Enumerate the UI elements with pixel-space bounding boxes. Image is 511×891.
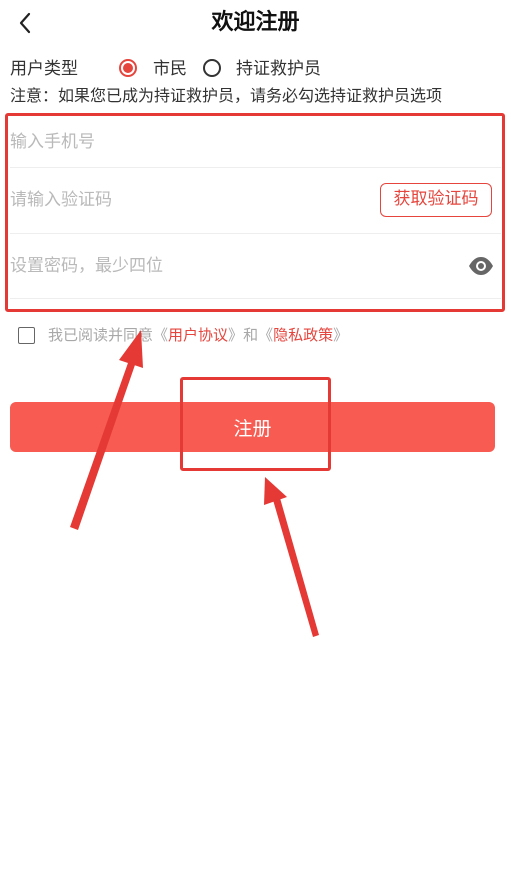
radio-certified-rescuer-label[interactable]: 持证救护员: [236, 57, 321, 81]
page-title: 欢迎注册: [211, 10, 300, 35]
radio-selected-dot: [123, 63, 133, 73]
radio-certified-rescuer[interactable]: [203, 59, 221, 77]
annotation-arrow-register: [264, 477, 319, 637]
annotation-box-register: [180, 377, 331, 471]
agreement-and: 和: [243, 326, 259, 344]
radio-citizen[interactable]: [119, 59, 137, 77]
agreement-text: 我已阅读并同意《用户协议》和《隐私政策》: [48, 324, 348, 346]
radio-citizen-label[interactable]: 市民: [153, 57, 187, 81]
close-quote: 》: [228, 326, 244, 344]
annotation-box-form: [5, 113, 505, 312]
agreement-prefix: 我已阅读并同意: [48, 326, 154, 344]
agreement-checkbox[interactable]: [18, 327, 35, 344]
privacy-policy-link[interactable]: 隐私政策: [273, 326, 333, 344]
user-agreement-link[interactable]: 用户协议: [168, 326, 228, 344]
user-type-label: 用户类型: [10, 59, 78, 79]
open-quote: 《: [153, 326, 169, 344]
open-quote: 《: [258, 326, 274, 344]
notice-text: 注意：如果您已成为持证救护员，请务必勾选持证救护员选项: [10, 86, 443, 105]
close-quote: 》: [333, 326, 349, 344]
